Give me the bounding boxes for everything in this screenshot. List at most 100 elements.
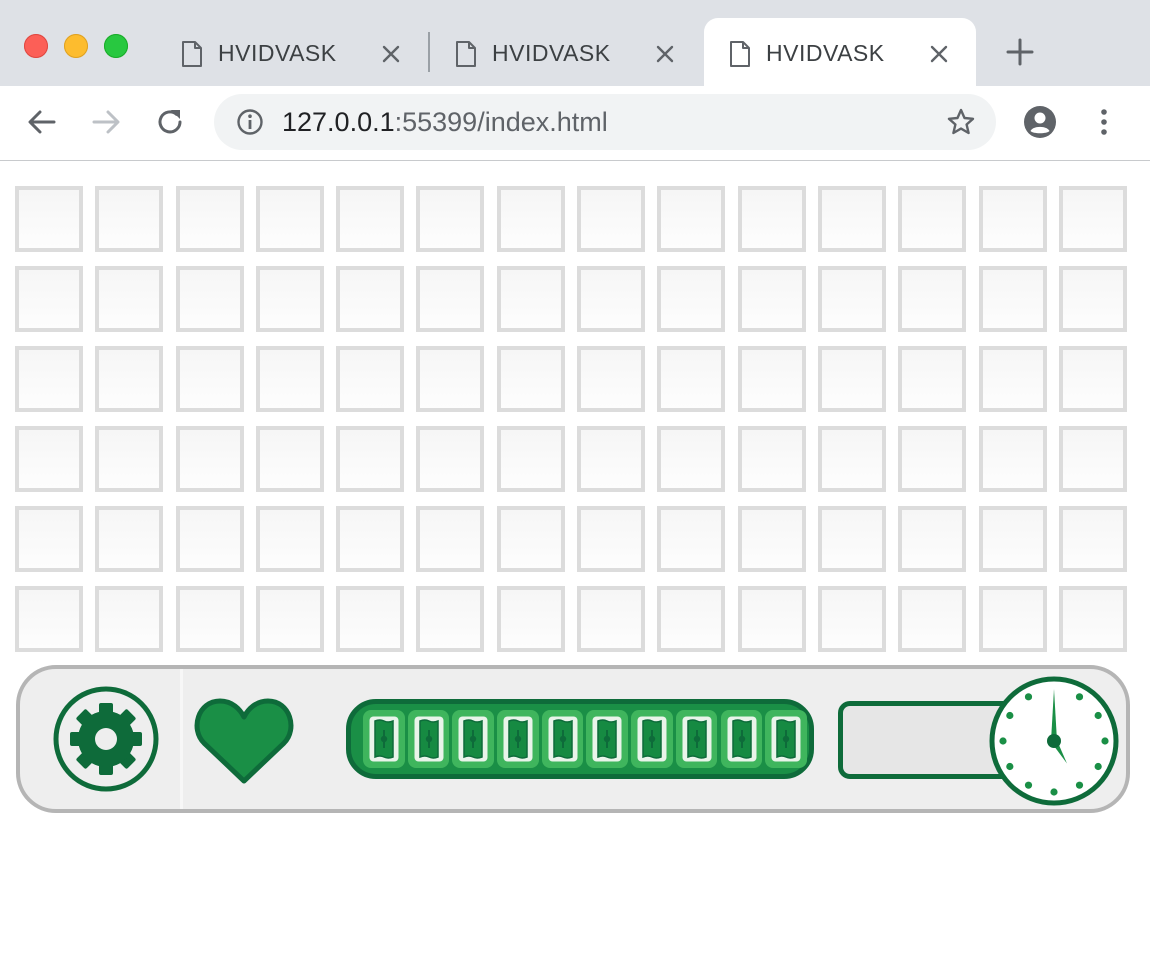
- grid-cell[interactable]: [1058, 346, 1127, 412]
- grid-cell[interactable]: [175, 346, 244, 412]
- grid-cell[interactable]: [978, 586, 1047, 652]
- grid-cell[interactable]: [657, 186, 726, 252]
- browser-tab-2[interactable]: HVIDVASK: [430, 18, 702, 86]
- grid-cell[interactable]: [496, 186, 565, 252]
- grid-cell[interactable]: [657, 506, 726, 572]
- grid-cell[interactable]: [416, 506, 485, 572]
- grid-cell[interactable]: [416, 266, 485, 332]
- grid-cell[interactable]: [95, 186, 164, 252]
- grid-cell[interactable]: [737, 266, 806, 332]
- grid-cell[interactable]: [978, 506, 1047, 572]
- grid-cell[interactable]: [1058, 586, 1127, 652]
- close-tab-icon[interactable]: [380, 43, 402, 65]
- grid-cell[interactable]: [898, 506, 967, 572]
- grid-cell[interactable]: [978, 186, 1047, 252]
- grid-cell[interactable]: [737, 426, 806, 492]
- grid-cell[interactable]: [657, 586, 726, 652]
- grid-cell[interactable]: [336, 186, 405, 252]
- grid-cell[interactable]: [577, 426, 646, 492]
- grid-cell[interactable]: [175, 426, 244, 492]
- grid-cell[interactable]: [175, 506, 244, 572]
- close-tab-icon[interactable]: [654, 43, 676, 65]
- forward-arrow-icon[interactable]: [88, 104, 124, 140]
- heart-icon[interactable]: [194, 693, 294, 787]
- grid-cell[interactable]: [336, 346, 405, 412]
- grid-cell[interactable]: [496, 426, 565, 492]
- grid-cell[interactable]: [95, 266, 164, 332]
- grid-cell[interactable]: [657, 266, 726, 332]
- settings-button[interactable]: [52, 685, 160, 793]
- grid-cell[interactable]: [978, 266, 1047, 332]
- grid-cell[interactable]: [496, 266, 565, 332]
- menu-kebab-icon[interactable]: [1086, 104, 1122, 140]
- grid-cell[interactable]: [1058, 426, 1127, 492]
- grid-cell[interactable]: [496, 506, 565, 572]
- grid-cell[interactable]: [817, 586, 886, 652]
- grid-cell[interactable]: [255, 506, 324, 572]
- grid-cell[interactable]: [255, 266, 324, 332]
- grid-cell[interactable]: [577, 266, 646, 332]
- grid-cell[interactable]: [898, 266, 967, 332]
- info-icon[interactable]: [236, 108, 264, 136]
- grid-cell[interactable]: [255, 586, 324, 652]
- grid-cell[interactable]: [898, 346, 967, 412]
- grid-cell[interactable]: [175, 266, 244, 332]
- grid-cell[interactable]: [737, 186, 806, 252]
- grid-cell[interactable]: [416, 586, 485, 652]
- grid-cell[interactable]: [898, 426, 967, 492]
- bookmark-star-icon[interactable]: [946, 107, 976, 137]
- grid-cell[interactable]: [15, 186, 83, 252]
- browser-tab-3-active[interactable]: HVIDVASK: [704, 18, 976, 86]
- browser-tab-1[interactable]: HVIDVASK: [156, 18, 428, 86]
- grid-cell[interactable]: [416, 426, 485, 492]
- minimize-window-button[interactable]: [64, 34, 88, 58]
- grid-cell[interactable]: [496, 586, 565, 652]
- grid-cell[interactable]: [496, 346, 565, 412]
- close-window-button[interactable]: [24, 34, 48, 58]
- close-tab-icon[interactable]: [928, 43, 950, 65]
- grid-cell[interactable]: [255, 186, 324, 252]
- grid-cell[interactable]: [336, 266, 405, 332]
- grid-cell[interactable]: [255, 426, 324, 492]
- grid-cell[interactable]: [95, 426, 164, 492]
- new-tab-icon[interactable]: [1004, 36, 1036, 68]
- grid-cell[interactable]: [95, 506, 164, 572]
- grid-cell[interactable]: [737, 586, 806, 652]
- grid-cell[interactable]: [175, 586, 244, 652]
- grid-cell[interactable]: [978, 346, 1047, 412]
- reload-icon[interactable]: [152, 104, 188, 140]
- grid-cell[interactable]: [577, 346, 646, 412]
- grid-cell[interactable]: [898, 186, 967, 252]
- grid-cell[interactable]: [336, 426, 405, 492]
- grid-cell[interactable]: [817, 426, 886, 492]
- grid-cell[interactable]: [1058, 506, 1127, 572]
- address-bar[interactable]: 127.0.0.1:55399/index.html: [214, 94, 996, 150]
- grid-cell[interactable]: [95, 346, 164, 412]
- back-arrow-icon[interactable]: [24, 104, 60, 140]
- grid-cell[interactable]: [175, 186, 244, 252]
- grid-cell[interactable]: [416, 186, 485, 252]
- grid-cell[interactable]: [577, 506, 646, 572]
- grid-cell[interactable]: [1058, 266, 1127, 332]
- grid-cell[interactable]: [336, 586, 405, 652]
- grid-cell[interactable]: [817, 346, 886, 412]
- grid-cell[interactable]: [657, 426, 726, 492]
- profile-avatar-icon[interactable]: [1022, 104, 1058, 140]
- grid-cell[interactable]: [15, 346, 83, 412]
- grid-cell[interactable]: [817, 266, 886, 332]
- grid-cell[interactable]: [1058, 186, 1127, 252]
- grid-cell[interactable]: [577, 586, 646, 652]
- grid-cell[interactable]: [737, 346, 806, 412]
- grid-cell[interactable]: [15, 506, 83, 572]
- grid-cell[interactable]: [657, 346, 726, 412]
- grid-cell[interactable]: [336, 506, 405, 572]
- grid-cell[interactable]: [255, 346, 324, 412]
- grid-cell[interactable]: [15, 266, 83, 332]
- grid-cell[interactable]: [898, 586, 967, 652]
- grid-cell[interactable]: [416, 346, 485, 412]
- grid-cell[interactable]: [577, 186, 646, 252]
- grid-cell[interactable]: [737, 506, 806, 572]
- maximize-window-button[interactable]: [104, 34, 128, 58]
- grid-cell[interactable]: [95, 586, 164, 652]
- grid-cell[interactable]: [978, 426, 1047, 492]
